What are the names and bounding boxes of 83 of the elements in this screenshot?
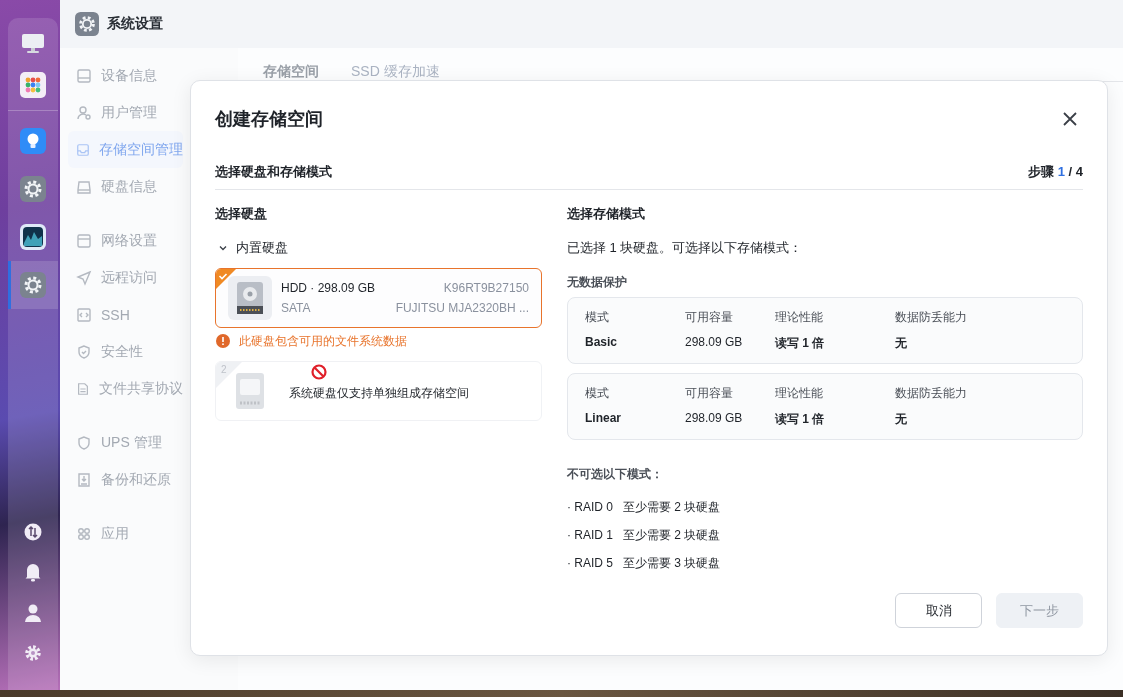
sidebar-item[interactable]: 文件共享协议: [68, 370, 183, 407]
field-label: 可用容量: [685, 309, 734, 326]
disk-model: FUJITSU MJA2320BH ...: [395, 301, 529, 315]
disk-group[interactable]: 内置硬盘: [215, 238, 542, 258]
section-label: 无数据保护: [567, 274, 628, 291]
field-value: 无: [895, 411, 908, 428]
code-icon: [76, 306, 92, 323]
section-heading: 选择存储模式: [567, 205, 646, 223]
mode-card[interactable]: 模式 可用容量 理论性能 数据防丢能力 Linear 298.09 GB 读写 1 倍 无: [567, 373, 1083, 440]
ssd-icon: [236, 373, 264, 409]
sidebar-item[interactable]: 备份和还原: [68, 461, 183, 498]
step-title: 选择硬盘和存储模式: [215, 163, 332, 181]
app-grid-icon: [20, 72, 46, 98]
close-icon[interactable]: [1063, 112, 1077, 126]
shield-icon: [76, 343, 92, 360]
user-icon: [24, 603, 42, 623]
raid-requirement: 至少需要 2 块硬盘: [623, 498, 721, 516]
field-value: 无: [895, 335, 908, 352]
disk-card[interactable]: HDD · 298.09 GB SATA K96RT9B27150 FUJITSU MJA2320BH ...: [215, 268, 542, 328]
raid-name: · RAID 0: [567, 500, 613, 514]
tooltip-text: 系统硬盘仅支持单独组成存储空间: [288, 385, 469, 402]
transfer-icon: [24, 523, 42, 541]
sidebar-item[interactable]: 用户管理: [68, 94, 183, 131]
shield-icon: [76, 434, 92, 451]
gear-icon: [20, 176, 46, 202]
chart-icon: [20, 224, 46, 250]
raid-name: · RAID 1: [567, 528, 613, 542]
sidebar-item[interactable]: UPS 管理: [68, 424, 183, 461]
field-value: Linear: [585, 411, 622, 427]
step-indicator: 步骤 1 / 4: [1028, 163, 1083, 181]
no-entry-icon: [310, 364, 327, 380]
field-label: 模式: [585, 309, 610, 326]
field-value: 读写 1 倍: [775, 335, 826, 352]
field-label: 可用容量: [685, 385, 734, 402]
sidebar-item[interactable]: 远程访问: [68, 259, 183, 296]
hard-drive-icon: [228, 276, 272, 320]
selection-note: 已选择 1 块硬盘。可选择以下存储模式：: [567, 239, 804, 257]
disk-bus: SATA: [281, 301, 312, 315]
sidebar-item[interactable]: 硬盘信息: [68, 168, 183, 205]
raid-requirement: 至少需要 2 块硬盘: [623, 526, 721, 544]
lightbulb-icon: [20, 128, 46, 154]
send-icon: [76, 269, 92, 286]
dialog-title: 创建存储空间: [215, 108, 323, 131]
warning-text: 此硬盘包含可用的文件系统数据: [239, 332, 407, 350]
panel-icon: [76, 232, 92, 249]
user-icon: [76, 104, 92, 121]
sidebar-item[interactable]: 网络设置: [68, 222, 183, 259]
field-value: Basic: [585, 335, 619, 351]
gear-icon: [75, 12, 99, 36]
warning-icon: [216, 334, 230, 348]
tab[interactable]: 存储空间: [263, 62, 319, 81]
tray-icon: [76, 141, 90, 158]
disk-title: HDD · 298.09 GB: [281, 281, 376, 295]
cancel-button[interactable]: 取消: [895, 593, 982, 628]
sidebar-item[interactable]: 设备信息: [68, 57, 183, 94]
window-title: 系统设置: [107, 15, 163, 33]
field-label: 数据防丢能力: [895, 309, 968, 326]
field-value: 298.09 GB: [685, 335, 744, 351]
raid-requirement: 至少需要 3 块硬盘: [623, 554, 721, 572]
gear-icon: [20, 272, 46, 298]
field-label: 数据防丢能力: [895, 385, 968, 402]
field-value: 298.09 GB: [685, 411, 744, 427]
field-label: 理论性能: [775, 309, 824, 326]
grid-icon: [76, 525, 92, 542]
drive-icon: [76, 67, 92, 84]
sidebar-item[interactable]: SSH: [68, 296, 183, 333]
file-icon: [76, 380, 90, 397]
chevron-icon: [218, 243, 228, 253]
sidebar-item[interactable]: 存储空间管理: [68, 131, 183, 168]
sidebar-item[interactable]: 应用: [68, 515, 183, 552]
backup-icon: [76, 471, 92, 488]
disk-serial: K96RT9B27150: [443, 281, 529, 295]
field-value: 读写 1 倍: [775, 411, 826, 428]
section-heading: 选择硬盘: [215, 205, 268, 223]
settings-icon: [24, 644, 42, 662]
section-label: 不可选以下模式：: [567, 466, 664, 483]
bell-icon: [24, 562, 42, 582]
sidebar-item[interactable]: 安全性: [68, 333, 183, 370]
raid-name: · RAID 5: [567, 556, 613, 570]
field-label: 理论性能: [775, 385, 824, 402]
tab[interactable]: SSD 缓存加速: [351, 62, 440, 81]
field-label: 模式: [585, 385, 610, 402]
mode-card[interactable]: 模式 可用容量 理论性能 数据防丢能力 Basic 298.09 GB 读写 1 倍 无: [567, 297, 1083, 364]
